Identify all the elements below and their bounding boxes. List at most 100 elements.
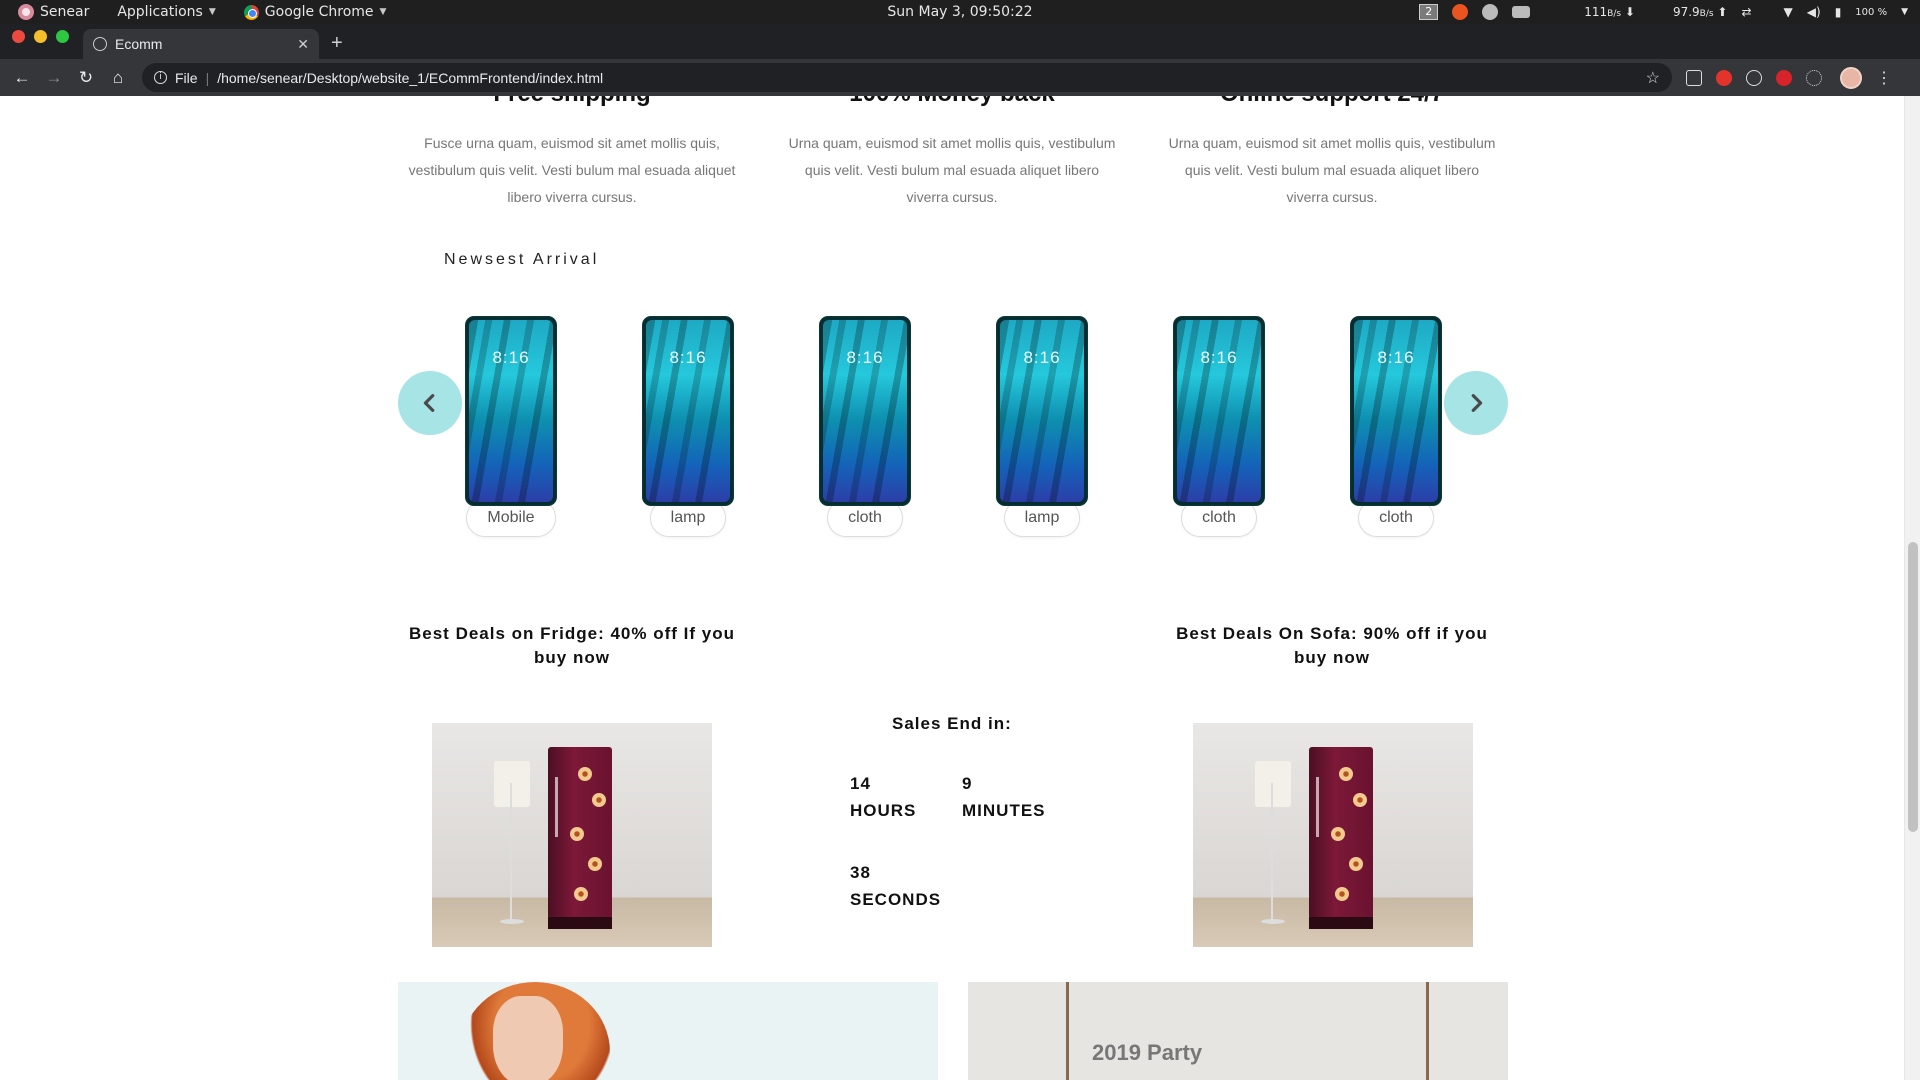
scrollbar-thumb[interactable] <box>1908 542 1918 832</box>
people-icon[interactable] <box>1512 6 1531 18</box>
newest-arrival-heading: Newsest Arrival <box>444 251 600 268</box>
url-scheme: File <box>175 69 198 86</box>
user-name: Senear <box>40 4 90 20</box>
feature-money-back: 100% Money back Urna quam, euismod sit a… <box>782 96 1122 211</box>
fridge-base <box>1309 917 1373 929</box>
forward-button[interactable]: → <box>38 68 70 88</box>
product-card[interactable]: 8:16 cloth <box>805 317 925 537</box>
lamp-base <box>500 919 524 924</box>
net-up-value: 97.9 <box>1672 5 1700 19</box>
page-viewport: Free shipping Fusce urna quam, euismod s… <box>0 96 1904 1080</box>
page-scrollbar[interactable] <box>1904 96 1920 1080</box>
extension-red-icon[interactable] <box>1776 69 1792 86</box>
window-close-button[interactable] <box>12 30 25 43</box>
chrome-app-menu[interactable]: Google Chrome ▼ <box>243 4 386 20</box>
product-card[interactable]: 8:16 lamp <box>982 317 1102 537</box>
countdown-seconds: 38 SECONDS <box>850 859 941 913</box>
banner-party[interactable]: 2019 Party <box>968 982 1508 1080</box>
net-down-value: 111 <box>1584 5 1608 19</box>
bookmark-star-icon[interactable]: ☆ <box>1646 68 1660 88</box>
product-card[interactable]: 8:16 Mobile <box>451 317 571 537</box>
chrome-menu-label: Google Chrome <box>264 4 374 20</box>
fridge-handle <box>555 777 558 837</box>
hours-label: HOURS <box>850 801 917 820</box>
flower <box>570 827 584 841</box>
react-devtools-icon[interactable] <box>1806 69 1822 86</box>
fridge <box>548 747 612 929</box>
extensions <box>1686 69 1822 86</box>
product-card[interactable]: 8:16 cloth <box>1159 317 1279 537</box>
flower <box>592 793 606 807</box>
banner-fashion[interactable] <box>398 982 938 1080</box>
wifi-icon[interactable]: ▼ <box>1784 5 1793 19</box>
flower <box>574 887 588 901</box>
phone-time: 8:16 <box>1023 348 1061 367</box>
url-separator: | <box>205 69 210 86</box>
flower <box>1353 793 1367 807</box>
extension-icon[interactable] <box>1686 69 1702 86</box>
back-button[interactable]: ← <box>6 68 38 88</box>
software-updater-icon[interactable] <box>1452 4 1469 20</box>
profile-avatar[interactable] <box>1840 66 1862 89</box>
address-bar[interactable]: i File | /home/senear/Desktop/website_1/… <box>142 63 1672 92</box>
deal-sofa-image[interactable] <box>1193 723 1473 947</box>
countdown-hours: 14 HOURS <box>850 770 916 824</box>
lamp-shade <box>494 761 530 807</box>
reload-button[interactable]: ↻ <box>70 68 102 88</box>
net-down-unit: B/s <box>1607 9 1622 19</box>
window-minimize-button[interactable] <box>34 30 47 43</box>
net-down: 111B/s ⬇ <box>1584 5 1635 19</box>
menu-kebab-icon[interactable]: ⋮ <box>1876 68 1892 88</box>
deal-fridge-image[interactable] <box>432 723 712 947</box>
phone-time: 8:16 <box>669 348 707 367</box>
fridge <box>1309 747 1373 929</box>
product-image: 8:16 <box>1174 317 1264 505</box>
flower <box>588 857 602 871</box>
product-card[interactable]: 8:16 lamp <box>628 317 748 537</box>
info-icon[interactable]: i <box>154 71 167 84</box>
flower <box>1335 887 1349 901</box>
product-image: 8:16 <box>820 317 910 505</box>
url-text[interactable]: /home/senear/Desktop/website_1/ECommFron… <box>217 70 1637 86</box>
adblock-icon[interactable] <box>1716 69 1732 86</box>
accessibility-icon[interactable] <box>1482 4 1499 20</box>
chevron-down-icon: ▼ <box>208 7 216 17</box>
volume-icon[interactable]: ◀) <box>1807 5 1821 19</box>
chevron-right-icon <box>1471 394 1483 412</box>
lamp-base <box>1261 919 1285 924</box>
lamp-shade <box>1255 761 1291 807</box>
product-card[interactable]: 8:16 cloth <box>1336 317 1456 537</box>
battery-percent: 100 % <box>1855 6 1888 18</box>
net-up-unit: B/s <box>1699 9 1714 19</box>
feature-online-support: Online support 24/7 Urna quam, euismod s… <box>1162 96 1502 211</box>
user-menu[interactable]: Senear <box>18 4 89 20</box>
chevron-down-icon[interactable]: ▼ <box>1901 7 1908 17</box>
feature-free-shipping: Free shipping Fusce urna quam, euismod s… <box>402 96 742 211</box>
feature-title: Free shipping <box>402 96 742 108</box>
phone-time: 8:16 <box>1200 348 1238 367</box>
seconds-value: 38 <box>850 863 871 882</box>
hours-value: 14 <box>850 774 871 793</box>
browser-toolbar: ← → ↻ ⌂ i File | /home/senear/Desktop/we… <box>0 59 1920 96</box>
new-tab-button[interactable]: + <box>331 32 343 55</box>
product-image: 8:16 <box>1351 317 1441 505</box>
minutes-label: MINUTES <box>962 801 1046 820</box>
close-tab-icon[interactable]: ✕ <box>297 36 309 53</box>
tab-ecomm[interactable]: Ecomm ✕ <box>83 29 319 59</box>
home-button[interactable]: ⌂ <box>102 68 134 88</box>
lamp-pole <box>1271 783 1273 923</box>
applications-menu[interactable]: Applications ▼ <box>117 4 215 20</box>
applications-label: Applications <box>117 4 203 20</box>
globe-extension-icon[interactable] <box>1746 69 1762 86</box>
workspace-indicator[interactable]: 2 <box>1419 4 1439 20</box>
battery-icon[interactable]: ▮ <box>1835 5 1842 19</box>
transfer-icon[interactable]: ⇄ <box>1741 5 1751 19</box>
arrow-up-icon: ⬆ <box>1717 5 1728 19</box>
window-maximize-button[interactable] <box>56 30 69 43</box>
user-icon <box>18 4 34 20</box>
feature-text: Urna quam, euismod sit amet mollis quis,… <box>788 135 1116 205</box>
flower <box>1349 857 1363 871</box>
banner-party-title: 2019 Party <box>1092 1040 1203 1065</box>
carousel-next-button[interactable] <box>1444 371 1508 435</box>
window-controls <box>0 30 69 53</box>
